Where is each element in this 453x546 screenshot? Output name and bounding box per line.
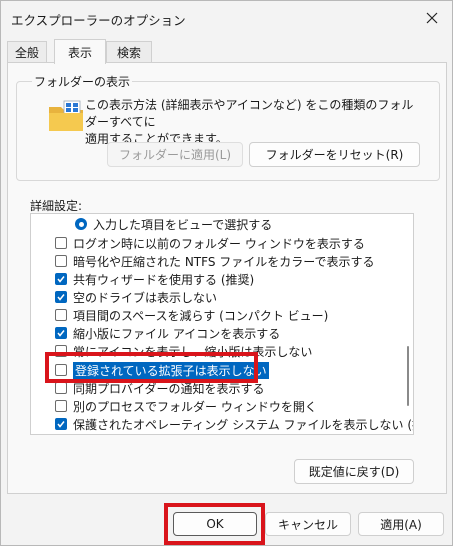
advanced-settings-label: 詳細設定: bbox=[30, 199, 83, 213]
checkmark-icon bbox=[57, 421, 65, 428]
list-item[interactable]: 縮小版にファイル アイコンを表示する bbox=[31, 324, 397, 342]
list-item[interactable]: 項目間のスペースを減らす (コンパクト ビュー) bbox=[31, 306, 397, 324]
checkbox[interactable] bbox=[55, 345, 67, 357]
reset-folders-button[interactable]: フォルダーをリセット(R) bbox=[249, 142, 420, 167]
tab-search[interactable]: 検索 bbox=[106, 41, 152, 63]
close-button[interactable] bbox=[418, 5, 446, 31]
checkmark-icon bbox=[57, 330, 65, 337]
apply-button[interactable]: 適用(A) bbox=[358, 512, 444, 536]
tab-view[interactable]: 表示 bbox=[54, 39, 106, 64]
checkbox-checked[interactable] bbox=[55, 327, 67, 339]
list-item-label: 登録されている拡張子は表示しない bbox=[73, 361, 269, 379]
checkbox[interactable] bbox=[55, 400, 67, 412]
scrollbar-thumb[interactable] bbox=[407, 346, 409, 406]
checkbox-checked[interactable] bbox=[55, 273, 67, 285]
tab-general[interactable]: 全般 bbox=[7, 41, 47, 63]
checkbox-checked[interactable] bbox=[55, 291, 67, 303]
folder-view-description: この表示方法 (詳細表示やアイコンなど) をこの種類のフォルダーすべてに 適用す… bbox=[85, 97, 425, 148]
list-item[interactable]: 空のドライブは表示しない bbox=[31, 288, 397, 306]
list-item[interactable]: 共有ウィザードを使用する (推奨) bbox=[31, 270, 397, 288]
ok-button[interactable]: OK bbox=[173, 512, 257, 536]
folder-options-dialog: エクスプローラーのオプション 全般 表示 検索 フォルダーの表示 この表示方法 … bbox=[0, 0, 453, 546]
apply-to-folders-button[interactable]: フォルダーに適用(L) bbox=[107, 142, 243, 167]
checkmark-icon bbox=[57, 294, 65, 301]
list-item-label: 入力した項目をビューで選択する bbox=[93, 217, 273, 232]
checkbox[interactable] bbox=[55, 255, 67, 267]
list-item-label: 保護されたオペレーティング システム ファイルを表示しない (推奨) bbox=[73, 417, 414, 432]
advanced-settings-list[interactable]: 入力した項目をビューで選択する ログオン時に以前のフォルダー ウィンドウを表示す… bbox=[30, 213, 414, 435]
list-item-label: ログオン時に以前のフォルダー ウィンドウを表示する bbox=[73, 236, 365, 251]
close-icon bbox=[426, 12, 438, 24]
list-item-label: 縮小版にファイル アイコンを表示する bbox=[73, 326, 281, 341]
list-item-label: 空のドライブは表示しない bbox=[73, 290, 218, 305]
list-item[interactable]: 入力した項目をビューで選択する bbox=[31, 215, 397, 233]
cancel-button[interactable]: キャンセル bbox=[265, 512, 351, 536]
list-item[interactable]: 別のプロセスでフォルダー ウィンドウを開く bbox=[31, 397, 397, 415]
list-item-label: 同期プロバイダーの通知を表示する bbox=[73, 381, 265, 396]
checkbox[interactable] bbox=[55, 237, 67, 249]
tab-bar: 全般 表示 検索 bbox=[7, 39, 447, 64]
checkbox[interactable] bbox=[55, 364, 67, 376]
radio-selected-icon[interactable] bbox=[75, 218, 87, 230]
window-title: エクスプローラーのオプション bbox=[11, 13, 186, 28]
list-item[interactable]: ログオン時に以前のフォルダー ウィンドウを表示する bbox=[31, 234, 397, 252]
checkmark-icon bbox=[57, 276, 65, 283]
list-item[interactable]: 同期プロバイダーの通知を表示する bbox=[31, 379, 397, 397]
list-item[interactable]: 保護されたオペレーティング システム ファイルを表示しない (推奨) bbox=[31, 415, 413, 433]
list-item-label: 項目間のスペースを減らす (コンパクト ビュー) bbox=[73, 308, 329, 323]
list-item-label: 暗号化や圧縮された NTFS ファイルをカラーで表示する bbox=[73, 254, 375, 269]
list-item-label: 常にアイコンを表示し、縮小版は表示しない bbox=[73, 344, 313, 359]
folder-view-group-label: フォルダーの表示 bbox=[32, 73, 133, 90]
title-bar: エクスプローラーのオプション bbox=[1, 1, 452, 35]
description-line-1: この表示方法 (詳細表示やアイコンなど) をこの種類のフォルダーすべてに bbox=[85, 98, 414, 129]
list-item[interactable]: 暗号化や圧縮された NTFS ファイルをカラーで表示する bbox=[31, 252, 397, 270]
restore-defaults-button[interactable]: 既定値に戻す(D) bbox=[294, 459, 414, 484]
list-item[interactable]: 常にアイコンを表示し、縮小版は表示しない bbox=[31, 342, 397, 360]
checkbox[interactable] bbox=[55, 382, 67, 394]
vertical-scrollbar[interactable] bbox=[405, 218, 411, 430]
checkbox-checked[interactable] bbox=[55, 418, 67, 430]
folder-icon bbox=[49, 100, 83, 131]
checkbox[interactable] bbox=[55, 309, 67, 321]
list-item-label: 共有ウィザードを使用する (推奨) bbox=[73, 272, 255, 287]
list-item-selected[interactable]: 登録されている拡張子は表示しない bbox=[31, 361, 397, 379]
list-item-label: 別のプロセスでフォルダー ウィンドウを開く bbox=[73, 399, 317, 414]
